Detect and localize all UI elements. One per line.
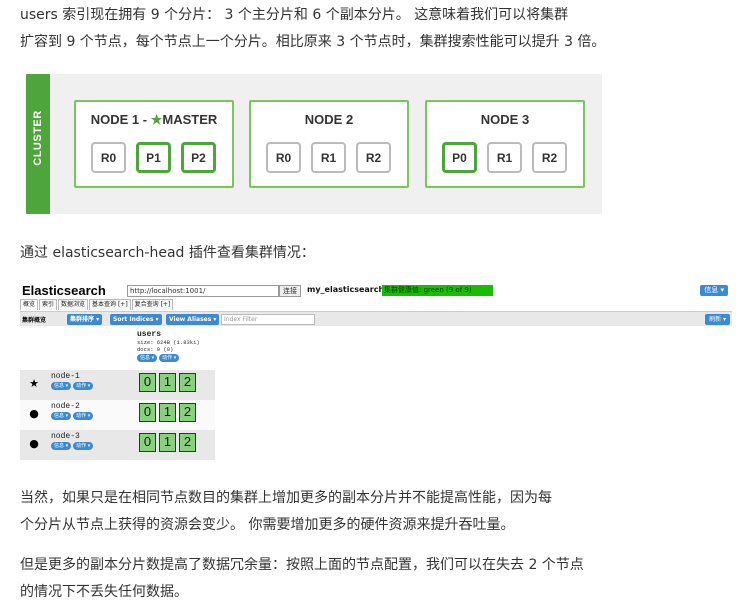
es-toolbar-label: 集群概览 <box>22 317 47 324</box>
node-2-box: NODE 2 R0 R1 R2 <box>249 100 409 188</box>
view-aliases-button[interactable]: View Aliases ▾ <box>166 314 220 325</box>
tab-basic-query[interactable]: 基本查询 [+] <box>89 299 131 310</box>
es-tabs: 概览 索引 数据浏览 基本查询 [+] 复合查询 [+] <box>20 299 174 310</box>
refresh-button[interactable]: 刷新 ▾ <box>705 314 730 325</box>
es-health-badge: 集群健康值: green (9 of 9) <box>382 285 493 296</box>
intro-paragraph: users 索引现在拥有 9 个分片： 3 个主分片和 6 个副本分片。 这意味… <box>20 2 720 56</box>
shard-box[interactable]: 2 <box>179 373 196 392</box>
index-size: size: 624B (1.83ki) <box>137 339 200 346</box>
node-name: node-1 <box>51 372 80 381</box>
index-header: users size: 624B (1.83ki) docs: 0 (0) 信息… <box>137 330 200 362</box>
cluster-diagram: CLUSTER NODE 1 - ★MASTER R0 P1 P2 NODE 2… <box>26 74 602 214</box>
cluster-sort-button[interactable]: 集群排序 ▾ <box>67 314 103 325</box>
index-filter-input[interactable]: Index Filter <box>221 314 315 325</box>
node-info-button[interactable]: 信息 ▾ <box>51 442 72 450</box>
node-action-button[interactable]: 动作 ▾ <box>73 382 94 390</box>
es-connect-button[interactable]: 连接 <box>279 285 301 297</box>
es-cluster-name: my_elasticsearch <box>307 285 385 294</box>
node-2-title: NODE 2 <box>304 112 354 127</box>
node-info-button[interactable]: 信息 ▾ <box>51 412 72 420</box>
node-name: node-2 <box>51 402 80 411</box>
shard-node2-0: R0 <box>266 142 301 173</box>
cluster-sidebar: CLUSTER <box>26 74 50 214</box>
node-1-title: NODE 1 - ★MASTER <box>90 112 218 127</box>
shard-node1-2: P2 <box>181 142 216 173</box>
shard-node1-1: P1 <box>136 142 171 173</box>
shard-node3-0: P0 <box>442 142 477 173</box>
shard-box[interactable]: 0 <box>139 403 156 422</box>
shard-box[interactable]: 2 <box>179 403 196 422</box>
index-name: users <box>137 330 162 339</box>
outro-paragraph-2: 但是更多的副本分片数提高了数据冗余量：按照上面的节点配置，我们可以在失去 2 个… <box>20 552 720 606</box>
shard-node3-2: R2 <box>532 142 567 173</box>
node-dot-icon: ● <box>29 437 39 450</box>
cluster-label: CLUSTER <box>32 110 44 166</box>
node-info-button[interactable]: 信息 ▾ <box>51 382 72 390</box>
shard-node3-1: R1 <box>487 142 522 173</box>
node-row: ● node-3 信息 ▾ 动作 ▾ 0 1 2 <box>20 430 215 460</box>
index-docs: docs: 0 (0) <box>137 346 174 353</box>
outro1-line-1: 当然，如果只是在相同节点数目的集群上增加更多的副本分片并不能提高性能，因为每 <box>20 490 552 506</box>
node-dot-icon: ● <box>29 407 39 420</box>
sort-indices-button[interactable]: Sort Indices ▾ <box>110 314 162 325</box>
shard-node2-1: R1 <box>311 142 346 173</box>
tab-compound-query[interactable]: 复合查询 [+] <box>131 299 174 310</box>
node-3-box: NODE 3 P0 R1 R2 <box>425 100 585 188</box>
shard-box[interactable]: 2 <box>179 433 196 452</box>
tab-browser[interactable]: 数据浏览 <box>58 299 89 310</box>
es-app-title: Elasticsearch <box>22 283 106 298</box>
intro-line-1: users 索引现在拥有 9 个分片： 3 个主分片和 6 个副本分片。 这意味… <box>20 7 569 23</box>
master-star-icon: ★ <box>150 112 163 127</box>
node-row: ★ node-1 信息 ▾ 动作 ▾ 0 1 2 <box>20 370 215 400</box>
outro2-line-2: 的情况下不丢失任何数据。 <box>20 584 188 600</box>
es-url-input[interactable]: http://localhost:1001/ <box>127 285 279 297</box>
node-1-box: NODE 1 - ★MASTER R0 P1 P2 <box>74 100 234 188</box>
index-info-button[interactable]: 信息 ▾ <box>137 354 158 362</box>
es-info-button[interactable]: 信息 ▾ <box>700 285 728 296</box>
elasticsearch-head-screenshot: Elasticsearch http://localhost:1001/ 连接 … <box>20 282 732 460</box>
shard-box[interactable]: 0 <box>139 433 156 452</box>
node-action-button[interactable]: 动作 ▾ <box>73 442 94 450</box>
outro1-line-2: 个分片从节点上获得的资源会变少。 你需要增加更多的硬件资源来提升吞吐量。 <box>20 517 515 533</box>
outro-paragraph-1: 当然，如果只是在相同节点数目的集群上增加更多的副本分片并不能提高性能，因为每 个… <box>20 485 720 539</box>
shard-box[interactable]: 1 <box>159 373 176 392</box>
shard-box[interactable]: 1 <box>159 433 176 452</box>
tab-overview[interactable]: 概览 <box>20 299 39 310</box>
shard-box[interactable]: 0 <box>139 373 156 392</box>
master-star-icon: ★ <box>29 377 39 390</box>
node-row: ● node-2 信息 ▾ 动作 ▾ 0 1 2 <box>20 400 215 430</box>
node-name: node-3 <box>51 432 80 441</box>
es-toolbar: 集群概览 集群排序 ▾ Sort Indices ▾ View Aliases … <box>20 311 732 326</box>
index-action-button[interactable]: 动作 ▾ <box>159 354 180 362</box>
outro2-line-1: 但是更多的副本分片数提高了数据冗余量：按照上面的节点配置，我们可以在失去 2 个… <box>20 557 584 573</box>
shard-node2-2: R2 <box>356 142 391 173</box>
intro-line-2: 扩容到 9 个节点，每个节点上一个分片。相比原来 3 个节点时，集群搜索性能可以… <box>20 34 606 50</box>
head-caption: 通过 elasticsearch-head 插件查看集群情况： <box>20 245 315 261</box>
shard-node1-0: R0 <box>91 142 126 173</box>
tab-indices[interactable]: 索引 <box>39 299 58 310</box>
node-3-title: NODE 3 <box>480 112 530 127</box>
node-action-button[interactable]: 动作 ▾ <box>73 412 94 420</box>
shard-box[interactable]: 1 <box>159 403 176 422</box>
